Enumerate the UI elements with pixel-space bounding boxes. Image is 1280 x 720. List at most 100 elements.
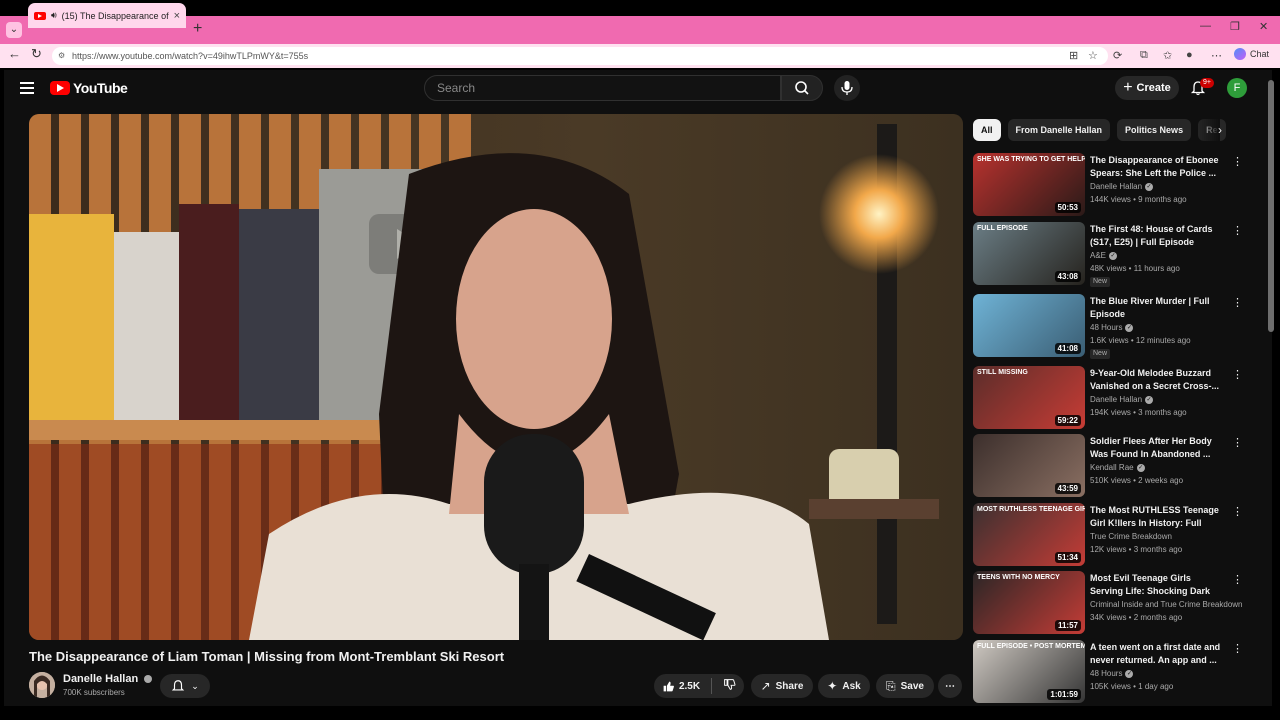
recommendation-item[interactable]: 41:08 The Blue River Murder | Full Episod… — [973, 294, 1269, 359]
recommendation-item[interactable]: FULL EPISODE • POST MORTEM 1:01:59 A teen … — [973, 640, 1269, 704]
recommendation-title[interactable]: The Blue River Murder | Full Episode — [1090, 295, 1225, 321]
favorites-icon[interactable]: ✩ — [1163, 49, 1172, 62]
video-thumbnail[interactable]: 41:08 — [973, 294, 1085, 357]
save-button[interactable]: ⎘ Save — [876, 674, 934, 698]
recommendation-meta: 194K views • 3 months ago — [1090, 408, 1187, 417]
channel-avatar[interactable] — [29, 672, 55, 698]
kebab-menu-icon[interactable]: ⋮ — [1232, 224, 1243, 237]
video-thumbnail[interactable]: FULL EPISODE 43:08 — [973, 222, 1085, 285]
video-player[interactable] — [29, 114, 963, 640]
audio-icon[interactable]: 🔊︎ — [51, 10, 57, 21]
recommendation-channel-name: A&E — [1090, 251, 1107, 260]
ask-button[interactable]: ✦ Ask — [818, 674, 870, 698]
copilot-chat-button[interactable]: Chat — [1234, 48, 1269, 60]
back-icon[interactable]: ← — [8, 46, 21, 61]
recommendation-title[interactable]: The Most RUTHLESS Teenage Girl K!llers I… — [1090, 504, 1225, 530]
recommendation-channel[interactable]: True Crime Breakdown — [1090, 532, 1172, 541]
video-thumbnail[interactable]: FULL EPISODE • POST MORTEM 1:01:59 — [973, 640, 1085, 703]
tab-close-icon[interactable]: × — [174, 10, 180, 22]
address-bar[interactable]: ⚙ https://www.youtube.com/watch?v=49ihwT… — [52, 47, 1108, 65]
scrollbar-thumb[interactable] — [1268, 80, 1274, 332]
channel-name[interactable]: Danelle Hallan — [63, 673, 153, 685]
kebab-menu-icon[interactable]: ⋮ — [1232, 505, 1243, 518]
verified-icon: ✓ — [1109, 251, 1118, 260]
recommendation-channel[interactable]: Criminal Inside and True Crime Breakdown — [1090, 600, 1243, 609]
more-menu-icon[interactable]: ⋯ — [1211, 49, 1222, 62]
voice-search-button[interactable] — [834, 75, 860, 101]
reload-icon[interactable]: ↻ — [31, 46, 42, 62]
kebab-menu-icon[interactable]: ⋮ — [1232, 573, 1243, 586]
recommendation-channel[interactable]: 48 Hours ✓ — [1090, 669, 1134, 678]
recommendation-title[interactable]: The First 48: House of Cards (S17, E25) … — [1090, 223, 1225, 249]
account-avatar[interactable]: F — [1227, 78, 1247, 98]
video-thumbnail[interactable]: 43:59 — [973, 434, 1085, 497]
minimize-icon[interactable]: — — [1200, 20, 1211, 32]
chip-from-danelle-hallan[interactable]: From Danelle Hallan — [1007, 119, 1111, 141]
recommendation-title[interactable]: The Disappearance of Ebonee Spears: She … — [1090, 154, 1225, 180]
youtube-favicon-icon — [34, 11, 46, 20]
video-frame — [29, 114, 963, 640]
recommendation-title[interactable]: 9-Year-Old Melodee Buzzard Vanished on a… — [1090, 367, 1225, 393]
bookmark-icon: ⎘ — [886, 678, 896, 693]
recommendation-channel[interactable]: Danelle Hallan ✓ — [1090, 182, 1154, 191]
refresh-page-icon[interactable]: ⟳ — [1113, 49, 1122, 62]
recommendation-item[interactable]: 43:59 Soldier Flees After Her Body Was Fo… — [973, 434, 1269, 498]
chat-label: Chat — [1250, 49, 1270, 59]
create-label: Create — [1136, 82, 1171, 94]
like-count: 2.5K — [678, 680, 701, 692]
window-close-icon[interactable]: ✕ — [1259, 20, 1268, 33]
site-info-icon[interactable]: ⚙ — [58, 47, 65, 65]
like-button[interactable]: 2.5K — [662, 680, 700, 693]
subscription-bell-button[interactable]: ⌄ — [160, 674, 210, 698]
youtube-logo[interactable]: YouTube — [50, 80, 128, 96]
kebab-menu-icon[interactable]: ⋮ — [1232, 296, 1243, 309]
search-button[interactable] — [781, 75, 823, 101]
video-thumbnail[interactable]: TEENS WITH NO MERCY 11:57 — [973, 571, 1085, 634]
chip-politics-news[interactable]: Politics News — [1117, 119, 1192, 141]
tab-search-icon[interactable]: ⌄ — [6, 22, 22, 38]
browser-tab-active[interactable]: 🔊︎ (15) The Disappearance of Lia × — [28, 3, 186, 28]
recommendation-channel[interactable]: 48 Hours ✓ — [1090, 323, 1134, 332]
bookmark-star-icon[interactable]: ☆ — [1088, 49, 1098, 62]
video-thumbnail[interactable]: SHE WAS TRYING TO GET HELP 50:53 — [973, 153, 1085, 216]
kebab-menu-icon[interactable]: ⋮ — [1232, 155, 1243, 168]
save-label: Save — [900, 680, 924, 692]
recommendation-item[interactable]: SHE WAS TRYING TO GET HELP 50:53 The Disap… — [973, 153, 1269, 217]
share-button[interactable]: ↗ Share — [751, 674, 813, 698]
recommendation-title[interactable]: A teen went on a first date and never re… — [1090, 641, 1225, 667]
like-dislike-group: 2.5K — [654, 674, 744, 698]
recommendation-channel[interactable]: Danelle Hallan ✓ — [1090, 395, 1154, 404]
more-actions-button[interactable]: ⋯ — [938, 674, 962, 698]
kebab-menu-icon[interactable]: ⋮ — [1232, 436, 1243, 449]
video-thumbnail[interactable]: STILL MISSING 59:22 — [973, 366, 1085, 429]
kebab-menu-icon[interactable]: ⋮ — [1232, 368, 1243, 381]
recommendation-item[interactable]: MOST RUTHLESS TEENAGE GIRLS 51:34 The Most… — [973, 503, 1269, 567]
dislike-button[interactable] — [723, 678, 736, 694]
new-tab-icon[interactable]: + — [193, 20, 202, 38]
recommendation-title[interactable]: Most Evil Teenage Girls Serving Life: Sh… — [1090, 572, 1225, 598]
thumbnail-caption: MOST RUTHLESS TEENAGE GIRLS — [977, 506, 1085, 513]
recommendation-channel[interactable]: A&E ✓ — [1090, 251, 1118, 260]
recommendation-item[interactable]: STILL MISSING 59:22 9-Year-Old Melodee Buz… — [973, 366, 1269, 430]
extensions-icon[interactable]: ⧉ — [1140, 49, 1148, 62]
chip-all[interactable]: All — [973, 119, 1001, 141]
recommendation-channel[interactable]: Kendall Rae ✓ — [1090, 463, 1145, 472]
kebab-menu-icon[interactable]: ⋮ — [1232, 642, 1243, 655]
subscriber-count: 700K subscribers — [63, 688, 125, 697]
create-button[interactable]: + Create — [1115, 76, 1179, 100]
search-input[interactable]: Search — [424, 75, 781, 101]
bell-icon — [172, 680, 185, 691]
new-badge: New — [1090, 349, 1111, 359]
hamburger-menu-icon[interactable] — [20, 82, 34, 94]
recommendation-item[interactable]: TEENS WITH NO MERCY 11:57 Most Evil Teenag… — [973, 571, 1269, 635]
maximize-icon[interactable]: ❐ — [1230, 20, 1240, 33]
install-app-icon[interactable]: ⊞ — [1069, 49, 1078, 62]
duration-badge: 43:08 — [1054, 271, 1081, 282]
recommendation-title[interactable]: Soldier Flees After Her Body Was Found I… — [1090, 435, 1225, 461]
recommendation-item[interactable]: FULL EPISODE 43:08 The First 48: House of … — [973, 222, 1269, 287]
duration-badge: 43:59 — [1054, 483, 1081, 494]
recommendation-meta: 144K views • 9 months ago — [1090, 195, 1187, 204]
chevron-right-icon[interactable]: › — [1218, 123, 1222, 137]
profile-icon[interactable]: ● — [1186, 49, 1193, 61]
video-thumbnail[interactable]: MOST RUTHLESS TEENAGE GIRLS 51:34 — [973, 503, 1085, 566]
